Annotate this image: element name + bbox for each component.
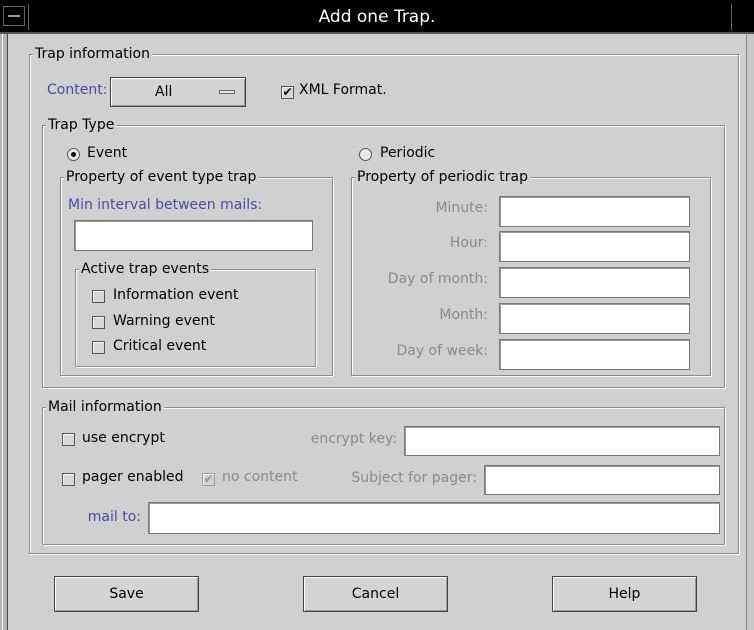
trap-type-legend: Trap Type [46, 117, 117, 133]
warning-event-checkbox[interactable] [92, 316, 105, 329]
content-select[interactable]: All [110, 77, 246, 107]
min-interval-label: Min interval between mails: [68, 197, 263, 213]
window-frame-right [746, 0, 754, 630]
checkmark-icon: ✔ [203, 472, 214, 486]
mail-to-label: mail to: [87, 509, 141, 525]
hour-label: Hour: [449, 235, 488, 251]
hour-input[interactable] [499, 231, 690, 262]
day-of-month-input[interactable] [499, 267, 690, 298]
pager-enabled-label: pager enabled [82, 469, 184, 485]
encrypt-key-label: encrypt key: [310, 431, 397, 447]
use-encrypt-label: use encrypt [82, 430, 165, 446]
event-radio[interactable] [67, 148, 80, 161]
encrypt-key-input[interactable] [404, 426, 720, 456]
mail-information-legend: Mail information [46, 399, 164, 415]
no-content-label: no content [222, 469, 298, 485]
xml-format-label: XML Format. [299, 82, 387, 98]
min-interval-input-field[interactable] [75, 221, 312, 250]
information-event-label: Information event [113, 287, 239, 303]
title-separator [28, 4, 29, 30]
save-button[interactable]: Save [54, 576, 199, 612]
pager-enabled-checkbox[interactable] [62, 473, 75, 486]
day-of-week-label: Day of week: [396, 343, 488, 359]
periodic-radio-label: Periodic [380, 145, 436, 161]
checkmark-icon: ✔ [282, 85, 293, 99]
month-label: Month: [439, 307, 488, 323]
minute-input[interactable] [499, 196, 690, 227]
event-radio-label: Event [87, 145, 128, 161]
minute-label: Minute: [435, 200, 488, 216]
critical-event-label: Critical event [113, 338, 207, 354]
trap-information-legend: Trap information [33, 46, 152, 62]
periodic-property-legend: Property of periodic trap [355, 169, 530, 185]
cancel-button[interactable]: Cancel [303, 576, 448, 612]
event-property-legend: Property of event type trap [64, 169, 259, 185]
help-button[interactable]: Help [552, 576, 697, 612]
min-interval-input[interactable] [74, 220, 313, 251]
information-event-checkbox[interactable] [92, 290, 105, 303]
radio-dot-icon [71, 152, 76, 157]
subject-for-pager-input[interactable] [484, 465, 720, 495]
title-separator-right [731, 4, 732, 30]
mail-to-input[interactable] [148, 502, 720, 534]
use-encrypt-checkbox[interactable] [62, 433, 75, 446]
active-trap-events-legend: Active trap events [79, 261, 212, 277]
content-label: Content: [47, 82, 108, 98]
critical-event-checkbox[interactable] [92, 341, 105, 354]
xml-format-checkbox[interactable]: ✔ [281, 86, 294, 99]
day-of-month-label: Day of month: [387, 271, 488, 287]
window-title: Add one Trap. [318, 7, 436, 27]
periodic-radio[interactable] [359, 148, 372, 161]
warning-event-label: Warning event [113, 313, 215, 329]
window-frame-left [0, 0, 8, 630]
combo-indicator-icon [219, 90, 235, 94]
month-input[interactable] [499, 303, 690, 334]
no-content-checkbox[interactable]: ✔ [202, 473, 215, 486]
day-of-week-input[interactable] [499, 339, 690, 370]
window-menu-icon[interactable] [3, 6, 25, 26]
title-bar[interactable]: Add one Trap. [0, 0, 754, 34]
subject-for-pager-label: Subject for pager: [351, 470, 477, 486]
content-select-value: All [155, 84, 173, 100]
